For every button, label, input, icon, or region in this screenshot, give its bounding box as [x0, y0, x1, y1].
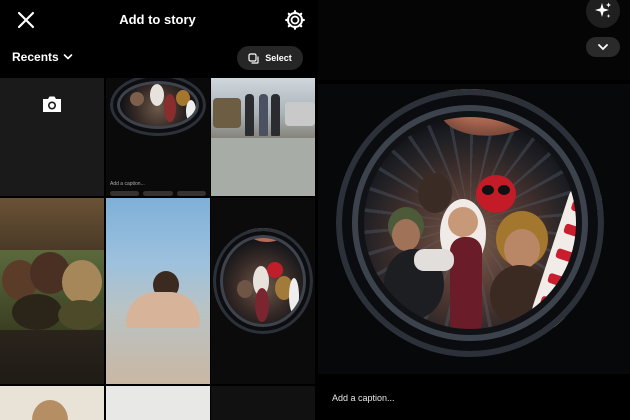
- thumb-carousel-dots: [110, 191, 206, 196]
- select-label: Select: [265, 53, 292, 63]
- story-preview-panel: Add a caption...: [318, 0, 630, 420]
- select-button[interactable]: Select: [237, 46, 303, 70]
- more-options-button[interactable]: [586, 37, 620, 57]
- photo-preview: [318, 84, 630, 374]
- chevron-down-icon: [63, 54, 72, 60]
- media-thumbnail[interactable]: [106, 386, 210, 420]
- media-thumbnail[interactable]: [211, 198, 315, 384]
- album-dropdown[interactable]: Recents: [12, 50, 73, 64]
- chevron-down-icon: [598, 44, 608, 51]
- album-label: Recents: [12, 50, 59, 64]
- gallery-panel: Add to story Recents Select Add a captio…: [0, 0, 315, 420]
- sparkle-effects-icon: [595, 2, 611, 18]
- media-thumbnail[interactable]: [106, 198, 210, 384]
- caption-input[interactable]: Add a caption...: [332, 393, 395, 403]
- settings-button[interactable]: [284, 9, 306, 31]
- media-thumbnail[interactable]: Add a caption...: [106, 78, 210, 196]
- media-thumbnail[interactable]: [0, 198, 104, 384]
- top-bar: Add to story: [0, 0, 315, 40]
- camera-icon: [43, 96, 61, 112]
- camera-tile[interactable]: [0, 78, 104, 196]
- thumb-caption: Add a caption...: [110, 181, 145, 187]
- settings-gear-icon: [285, 10, 305, 30]
- fisheye-photo-thumb: [213, 228, 313, 334]
- multi-select-icon: [248, 52, 259, 64]
- media-thumbnail[interactable]: [211, 386, 315, 420]
- fisheye-photo: [336, 89, 604, 357]
- fisheye-photo-thumb: [110, 78, 206, 136]
- media-thumbnail[interactable]: [0, 386, 104, 420]
- media-thumbnail[interactable]: [211, 78, 315, 196]
- page-title: Add to story: [119, 12, 196, 27]
